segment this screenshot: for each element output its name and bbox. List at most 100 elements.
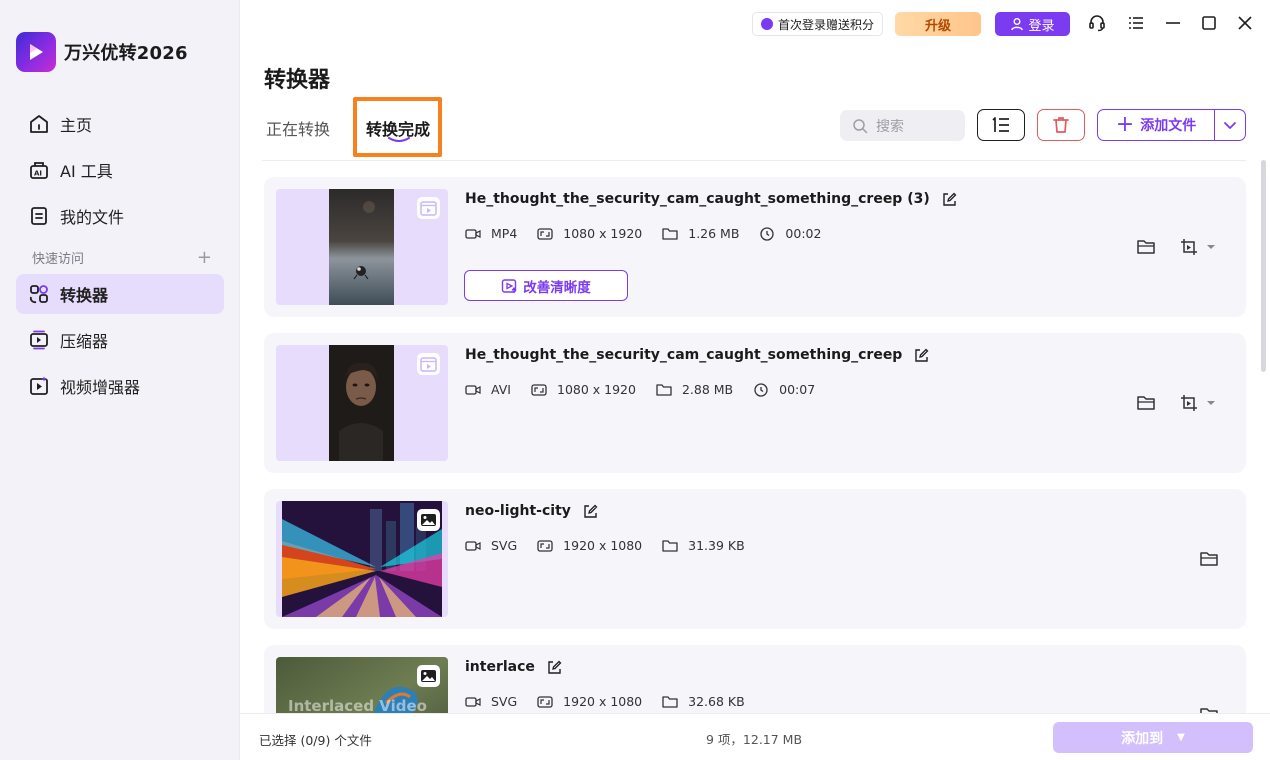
file-card[interactable]: He_thought_the_security_cam_caught_somet… [264,177,1246,317]
sidebar-item-label: 压缩器 [60,332,109,351]
enhance-video-icon [502,278,517,293]
sidebar-item-converter[interactable]: 转换器 [16,274,224,314]
search-placeholder: 搜索 [876,118,904,135]
quick-access-header: 快速访问 + [16,242,224,272]
image-type-icon [417,665,440,687]
video-camera-icon [465,696,481,707]
sidebar-item-label: 我的文件 [60,208,125,227]
caret-down-icon [1207,245,1215,249]
minimize-icon[interactable] [1163,13,1183,33]
file-name-text: He_thought_the_security_cam_caught_somet… [465,347,903,363]
resolution-text: 1080 x 1920 [563,226,643,241]
items-summary: 9 项，12.17 MB [706,732,803,747]
edit-icon[interactable] [914,348,929,363]
file-name: interlace [465,659,562,675]
file-name: neo-light-city [465,503,598,519]
sort-list-icon [992,117,1009,132]
tab-highlight-box [353,97,442,157]
edit-crop-button[interactable] [1179,237,1217,257]
add-file-label: 添加文件 [1140,118,1197,134]
page-title: 转换器 [264,68,331,93]
clock-icon [754,382,768,397]
video-type-icon [417,197,440,219]
promo-label: 首次登录赠送积分 [778,17,875,32]
quick-access-add-icon[interactable]: + [197,247,212,268]
svg-text:AI: AI [34,170,42,178]
delete-button[interactable] [1037,109,1085,141]
open-folder-icon[interactable] [1136,394,1156,412]
file-size: 2.88 MB [656,382,733,397]
sidebar-item-my-files[interactable]: 我的文件 [16,196,224,236]
login-button[interactable]: 登录 [995,12,1070,36]
file-name-text: neo-light-city [465,503,571,519]
file-card[interactable]: He_thought_the_security_cam_caught_somet… [264,333,1246,473]
file-name: He_thought_the_security_cam_caught_somet… [465,347,929,363]
edit-icon[interactable] [942,192,957,207]
file-thumbnail[interactable] [276,189,448,305]
title-bar: 首次登录赠送积分 升级 登录 [240,0,1270,46]
bottom-bar: 已选择 (0/9) 个文件 9 项，12.17 MB 添加到 ▼ [240,713,1270,760]
ai-tools-icon: AI [30,162,48,179]
resolution-icon [537,695,553,708]
sidebar-item-ai-tools[interactable]: AI AI 工具 [16,150,224,190]
converter-icon [29,285,48,304]
file-duration: 00:02 [759,226,821,241]
chevron-down-icon [1224,122,1236,129]
edit-icon[interactable] [583,504,598,519]
resolution-text: 1920 x 1080 [563,538,643,553]
maximize-icon[interactable] [1199,13,1219,33]
crop-edit-icon [1181,395,1197,411]
file-format: MP4 [465,226,517,241]
file-format: AVI [465,382,511,397]
add-file-button[interactable]: + 添加文件 [1098,110,1215,140]
sidebar-item-video-enhancer[interactable]: 视频增强器 [16,366,224,406]
resolution-icon [537,227,553,240]
file-duration: 00:07 [753,382,815,397]
format-text: MP4 [491,226,518,241]
sort-button[interactable] [977,109,1025,141]
search-input[interactable]: 搜索 [840,110,965,141]
caret-down-icon: ▼ [1177,732,1185,743]
sidebar: 万兴优转2026 主页 AI AI 工具 我的文件 快速访问 + 转换器 压缩器 [0,0,240,760]
file-name-text: He_thought_the_security_cam_caught_somet… [465,191,930,207]
file-thumbnail[interactable] [276,345,448,461]
my-files-icon [31,207,47,225]
size-text: 31.39 KB [688,538,745,553]
open-folder-icon[interactable] [1199,550,1219,568]
file-thumbnail[interactable] [276,501,448,617]
close-icon[interactable] [1235,13,1255,33]
sidebar-item-label: AI 工具 [60,162,113,181]
thumbnail-overlay-text: Interlaced Video [288,697,427,713]
folder-size-icon [656,383,672,396]
folder-size-icon [662,227,678,240]
edit-crop-button[interactable] [1179,393,1217,413]
improve-clarity-button[interactable]: 改善清晰度 [464,270,628,301]
add-file-button-group: + 添加文件 [1097,109,1246,141]
add-file-dropdown-button[interactable] [1215,120,1245,130]
resolution-icon [531,383,547,396]
file-card[interactable]: Interlaced Video interlace SVG 1920 x 10… [264,645,1246,713]
tab-converting[interactable]: 正在转换 [266,116,330,140]
menu-icon[interactable] [1126,13,1146,33]
file-thumbnail[interactable]: Interlaced Video [276,657,448,713]
edit-icon[interactable] [547,660,562,675]
promo-coin-icon [761,18,773,30]
video-camera-icon [465,228,481,239]
video-frame-image [329,189,394,305]
sidebar-item-home[interactable]: 主页 [16,104,224,144]
home-icon [30,115,48,133]
file-name-text: interlace [465,659,535,675]
file-card[interactable]: neo-light-city SVG 1920 x 1080 31.39 KB [264,489,1246,629]
list-scrollbar[interactable] [1261,160,1266,372]
upgrade-button[interactable]: 升级 [895,12,981,36]
brand: 万兴优转2026 [16,32,188,72]
open-folder-icon[interactable] [1136,238,1156,256]
add-to-button[interactable]: 添加到 ▼ [1053,722,1253,753]
first-login-promo-button[interactable]: 首次登录赠送积分 [752,12,884,36]
size-text: 2.88 MB [681,382,734,397]
sidebar-item-compressor[interactable]: 压缩器 [16,320,224,360]
file-resolution: 1080 x 1920 [537,226,642,241]
support-headset-icon[interactable] [1087,13,1107,33]
open-folder-icon[interactable] [1199,706,1219,713]
sidebar-item-label: 转换器 [60,286,109,305]
